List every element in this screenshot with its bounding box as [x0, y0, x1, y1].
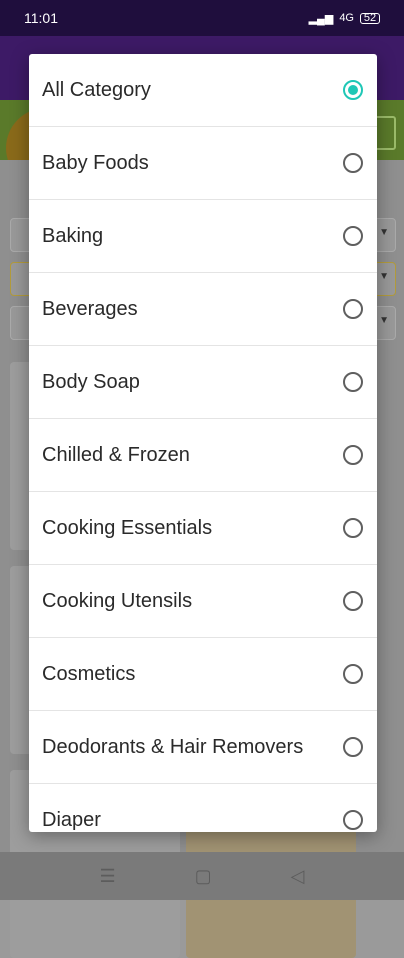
category-option[interactable]: Deodorants & Hair Removers	[29, 711, 377, 784]
category-option[interactable]: Cooking Essentials	[29, 492, 377, 565]
category-option[interactable]: Body Soap	[29, 346, 377, 419]
status-bar: 11:01 ▂▄▆ 4G 52	[0, 0, 404, 36]
category-option-label: Beverages	[42, 297, 138, 320]
category-option-label: All Category	[42, 78, 151, 101]
signal-icon: ▂▄▆	[308, 12, 334, 25]
radio-unchecked-icon[interactable]	[343, 810, 363, 830]
radio-unchecked-icon[interactable]	[343, 226, 363, 246]
home-button[interactable]: ▢	[195, 866, 212, 887]
back-button[interactable]: ◁	[291, 866, 305, 887]
category-picker-dialog: All Category Baby Foods Baking Beverages Bod…	[29, 54, 377, 832]
radio-unchecked-icon[interactable]	[343, 591, 363, 611]
category-option-label: Deodorants & Hair Removers	[42, 735, 304, 758]
category-option-label: Diaper	[42, 808, 101, 831]
category-option[interactable]: Chilled & Frozen	[29, 419, 377, 492]
category-option[interactable]: Baby Foods	[29, 127, 377, 200]
radio-unchecked-icon[interactable]	[343, 664, 363, 684]
caret-down-icon: ▼	[379, 271, 389, 282]
category-option[interactable]: Beverages	[29, 273, 377, 346]
radio-unchecked-icon[interactable]	[343, 737, 363, 757]
category-option-label: Cooking Utensils	[42, 589, 193, 612]
status-icons: ▂▄▆ 4G 52	[309, 12, 380, 25]
recent-apps-button[interactable]: ☰	[100, 866, 116, 887]
radio-unchecked-icon[interactable]	[343, 372, 363, 392]
radio-checked-icon[interactable]	[343, 80, 363, 100]
category-option-label: Body Soap	[42, 370, 140, 393]
radio-unchecked-icon[interactable]	[343, 153, 363, 173]
category-option[interactable]: Cosmetics	[29, 638, 377, 711]
category-option-label: Cosmetics	[42, 662, 136, 685]
category-option[interactable]: Baking	[29, 200, 377, 273]
radio-unchecked-icon[interactable]	[343, 299, 363, 319]
radio-unchecked-icon[interactable]	[343, 445, 363, 465]
category-option-label: Cooking Essentials	[42, 516, 213, 539]
category-option-label: Baby Foods	[42, 151, 149, 174]
category-option[interactable]: Cooking Utensils	[29, 565, 377, 638]
caret-down-icon: ▼	[379, 315, 389, 326]
network-icon: 4G	[339, 12, 354, 24]
status-time: 11:01	[24, 10, 58, 26]
category-option[interactable]: All Category	[29, 54, 377, 127]
navigation-bar: ☰ ▢ ◁	[0, 852, 404, 900]
category-option-label: Baking	[42, 224, 104, 247]
radio-unchecked-icon[interactable]	[343, 518, 363, 538]
battery-icon: 52	[360, 12, 380, 24]
caret-down-icon: ▼	[379, 227, 389, 238]
category-option-label: Chilled & Frozen	[42, 443, 190, 466]
category-option[interactable]: Diaper	[29, 784, 377, 832]
